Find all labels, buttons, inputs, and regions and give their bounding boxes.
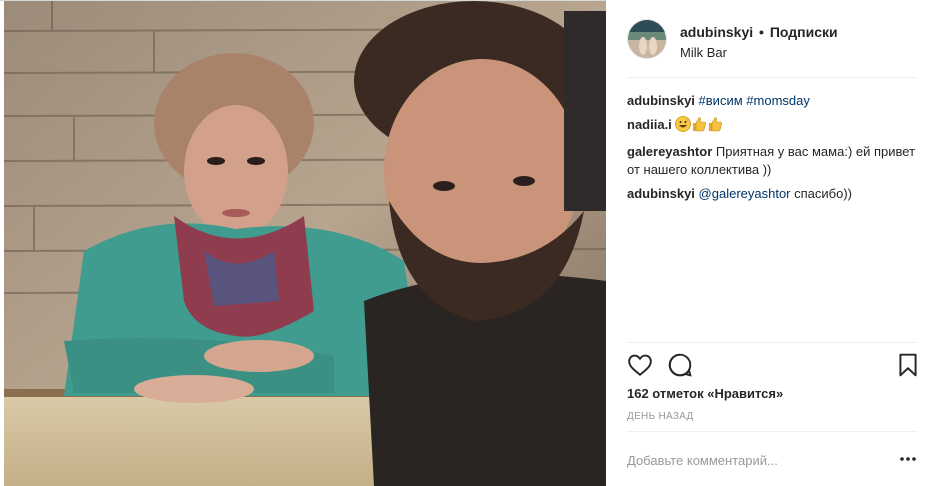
comment-username[interactable]: adubinskyi bbox=[627, 186, 695, 201]
post-details-panel: adubinskyi • Подписки Milk Bar adubinsky… bbox=[606, 0, 937, 486]
hashtag-link[interactable]: #momsday bbox=[746, 93, 810, 108]
comment-username[interactable]: nadiia.i bbox=[627, 117, 672, 132]
hashtag-link[interactable]: #висим bbox=[699, 93, 743, 108]
follow-status[interactable]: Подписки bbox=[770, 24, 838, 40]
bookmark-icon[interactable] bbox=[895, 352, 921, 378]
grinning-sweat-emoji bbox=[675, 116, 692, 137]
mention-link[interactable]: @galereyashtor bbox=[699, 186, 791, 201]
author-line: adubinskyi • Подписки bbox=[680, 24, 838, 40]
comments-list: adubinskyi #висим #momsday nadiia.i gale… bbox=[627, 92, 923, 209]
comment-username[interactable]: galereyashtor bbox=[627, 144, 712, 159]
author-username[interactable]: adubinskyi bbox=[680, 24, 753, 40]
comment-divider bbox=[627, 431, 917, 432]
speech-bubble-icon[interactable] bbox=[667, 352, 693, 378]
ellipsis-icon[interactable] bbox=[898, 451, 918, 467]
avatar[interactable] bbox=[627, 19, 667, 59]
instagram-post: adubinskyi • Подписки Milk Bar adubinsky… bbox=[0, 0, 937, 486]
thumbs-up-emoji bbox=[707, 116, 723, 137]
comment-text: спасибо)) bbox=[790, 186, 852, 201]
heart-outline-icon[interactable] bbox=[627, 352, 653, 378]
post-photo[interactable] bbox=[4, 1, 606, 486]
comment-item: adubinskyi #висим #momsday bbox=[627, 92, 923, 110]
comment-item: galereyashtor Приятная у вас мама:) ей п… bbox=[627, 143, 923, 179]
post-header: adubinskyi • Подписки Milk Bar bbox=[606, 0, 937, 78]
action-bar bbox=[627, 352, 923, 378]
post-timestamp[interactable]: ДЕНЬ НАЗАД bbox=[627, 411, 694, 422]
actions-divider bbox=[627, 342, 917, 343]
separator-dot: • bbox=[759, 24, 764, 40]
comment-username[interactable]: adubinskyi bbox=[627, 93, 695, 108]
add-comment-input[interactable] bbox=[627, 446, 877, 474]
comment-item: nadiia.i bbox=[627, 116, 923, 137]
likes-count[interactable]: 162 отметок «Нравится» bbox=[627, 386, 783, 401]
header-divider bbox=[627, 77, 917, 78]
thumbs-up-emoji bbox=[691, 116, 707, 137]
location-link[interactable]: Milk Bar bbox=[680, 45, 727, 60]
comment-item: adubinskyi @galereyashtor спасибо)) bbox=[627, 185, 923, 203]
